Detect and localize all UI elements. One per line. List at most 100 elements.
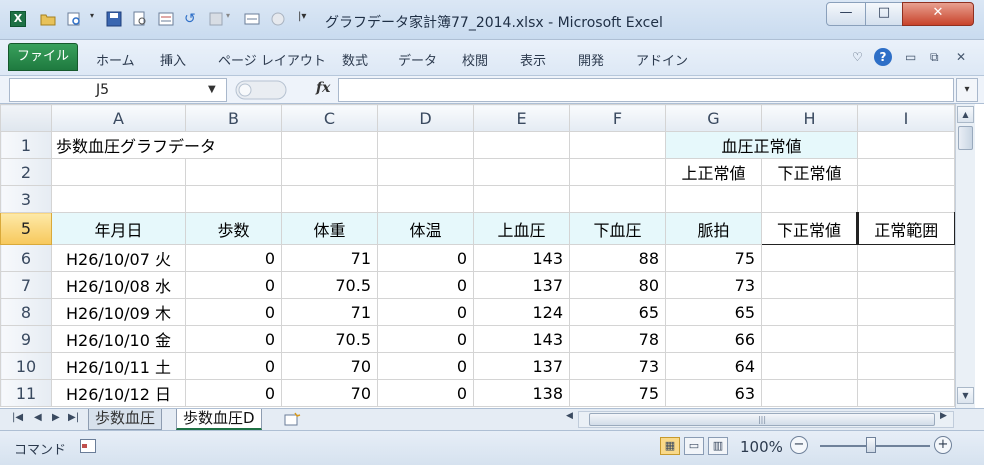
column-header-b[interactable]: B: [185, 104, 282, 132]
cell-date[interactable]: H26/10/07 火: [51, 244, 186, 272]
cell-e3[interactable]: [473, 185, 570, 213]
cell-diastolic[interactable]: 80: [569, 271, 666, 299]
cell-steps[interactable]: 0: [185, 271, 282, 299]
cell-normal-range[interactable]: [857, 244, 955, 272]
vertical-scroll-thumb[interactable]: [958, 126, 973, 150]
cell-d3[interactable]: [377, 185, 474, 213]
tab-insert[interactable]: 挿入: [160, 50, 186, 69]
circle-control-icon[interactable]: [270, 11, 286, 27]
cell-c2[interactable]: [281, 158, 378, 186]
sheet-tab-1[interactable]: 歩数血圧: [88, 409, 163, 430]
tab-file[interactable]: ファイル: [8, 43, 78, 71]
cell-diastolic[interactable]: 65: [569, 298, 666, 326]
row-header[interactable]: 11: [0, 379, 52, 407]
column-header-a[interactable]: A: [51, 104, 186, 132]
row-header[interactable]: 2: [0, 158, 52, 186]
insert-function-icon[interactable]: fx: [316, 80, 330, 96]
row-header[interactable]: 7: [0, 271, 52, 299]
page-break-view-button[interactable]: ▥: [708, 437, 728, 455]
normal-view-button[interactable]: ▦: [660, 437, 680, 455]
select-all-corner[interactable]: [0, 104, 52, 132]
cell-a2[interactable]: [51, 158, 186, 186]
cell-systolic[interactable]: 138: [473, 379, 570, 407]
row-header[interactable]: 1: [0, 131, 52, 159]
cell-g3[interactable]: [665, 185, 762, 213]
cell-temp[interactable]: 0: [377, 379, 474, 407]
cell-normal-range[interactable]: [857, 271, 955, 299]
forms-icon[interactable]: [158, 11, 174, 27]
formula-input[interactable]: [338, 78, 954, 102]
cell-lower-normal[interactable]: [761, 298, 858, 326]
insert-sheet-icon[interactable]: [283, 412, 301, 427]
cell-e5[interactable]: 上血圧: [473, 212, 570, 245]
cell-temp[interactable]: 0: [377, 298, 474, 326]
cell-weight[interactable]: 70.5: [281, 271, 378, 299]
column-header-c[interactable]: C: [281, 104, 378, 132]
column-header-g[interactable]: G: [665, 104, 762, 132]
cell-steps[interactable]: 0: [185, 325, 282, 353]
cell-systolic[interactable]: 143: [473, 244, 570, 272]
cell-i3[interactable]: [857, 185, 955, 213]
name-box-dropdown-icon[interactable]: ▼: [208, 84, 216, 95]
cell-steps[interactable]: 0: [185, 244, 282, 272]
close-button[interactable]: ✕: [902, 2, 974, 26]
cell-pulse[interactable]: 65: [665, 298, 762, 326]
cell-temp[interactable]: 0: [377, 352, 474, 380]
cell-c5[interactable]: 体重: [281, 212, 378, 245]
row-header[interactable]: 5: [0, 212, 52, 245]
cell-pulse[interactable]: 66: [665, 325, 762, 353]
cell-f1[interactable]: [569, 131, 666, 159]
cell-g5[interactable]: 脈拍: [665, 212, 762, 245]
cell-f2[interactable]: [569, 158, 666, 186]
cell-weight[interactable]: 70: [281, 379, 378, 407]
cell-d2[interactable]: [377, 158, 474, 186]
cell-d5[interactable]: 体温: [377, 212, 474, 245]
cell-lower-normal[interactable]: [761, 379, 858, 407]
horizontal-scrollbar[interactable]: |||: [578, 411, 954, 428]
cell-i5[interactable]: 正常範囲: [857, 212, 956, 245]
cell-b5[interactable]: 歩数: [185, 212, 282, 245]
excel-app-icon[interactable]: X: [10, 11, 26, 27]
last-sheet-icon[interactable]: ▶|: [68, 412, 79, 423]
cell-temp[interactable]: 0: [377, 325, 474, 353]
cell-pulse[interactable]: 64: [665, 352, 762, 380]
cell-normal-range[interactable]: [857, 325, 955, 353]
cell-f3[interactable]: [569, 185, 666, 213]
tab-data[interactable]: データ: [398, 50, 437, 69]
workbook-restore-icon[interactable]: ⧉: [930, 50, 939, 65]
cell-steps[interactable]: 0: [185, 379, 282, 407]
zoom-in-button[interactable]: +: [934, 436, 952, 454]
cell-e2[interactable]: [473, 158, 570, 186]
minimize-button[interactable]: —: [826, 2, 866, 26]
cell-h5[interactable]: 下正常値: [761, 212, 859, 245]
cell-i2[interactable]: [857, 158, 955, 186]
row-header[interactable]: 10: [0, 352, 52, 380]
column-header-e[interactable]: E: [473, 104, 570, 132]
cell-temp[interactable]: 0: [377, 271, 474, 299]
open-icon[interactable]: [40, 11, 56, 27]
cell-weight[interactable]: 70: [281, 352, 378, 380]
cell-temp[interactable]: 0: [377, 244, 474, 272]
cell-i1[interactable]: [857, 131, 955, 159]
cell-pulse[interactable]: 63: [665, 379, 762, 407]
cell-g2[interactable]: 上正常値: [665, 158, 762, 186]
row-header[interactable]: 9: [0, 325, 52, 353]
cell-h3[interactable]: [761, 185, 858, 213]
row-header[interactable]: 8: [0, 298, 52, 326]
redo-dropdown-icon[interactable]: ▾: [226, 11, 234, 27]
cell-c3[interactable]: [281, 185, 378, 213]
cell-pulse[interactable]: 73: [665, 271, 762, 299]
scroll-up-icon[interactable]: ▲: [957, 106, 974, 123]
tab-home[interactable]: ホーム: [96, 50, 135, 69]
help-icon[interactable]: ?: [874, 48, 892, 66]
scroll-left-icon[interactable]: ◀: [566, 411, 573, 421]
cell-b3[interactable]: [185, 185, 282, 213]
row-header[interactable]: 3: [0, 185, 52, 213]
customize-qat-icon[interactable]: |▾: [298, 11, 314, 27]
cell-b2[interactable]: [185, 158, 282, 186]
cell-h2[interactable]: 下正常値: [761, 158, 858, 186]
cell-diastolic[interactable]: 73: [569, 352, 666, 380]
tab-review[interactable]: 校閲: [462, 50, 488, 69]
form-control-icon[interactable]: [244, 11, 260, 27]
tab-addins[interactable]: アドイン: [636, 50, 688, 69]
